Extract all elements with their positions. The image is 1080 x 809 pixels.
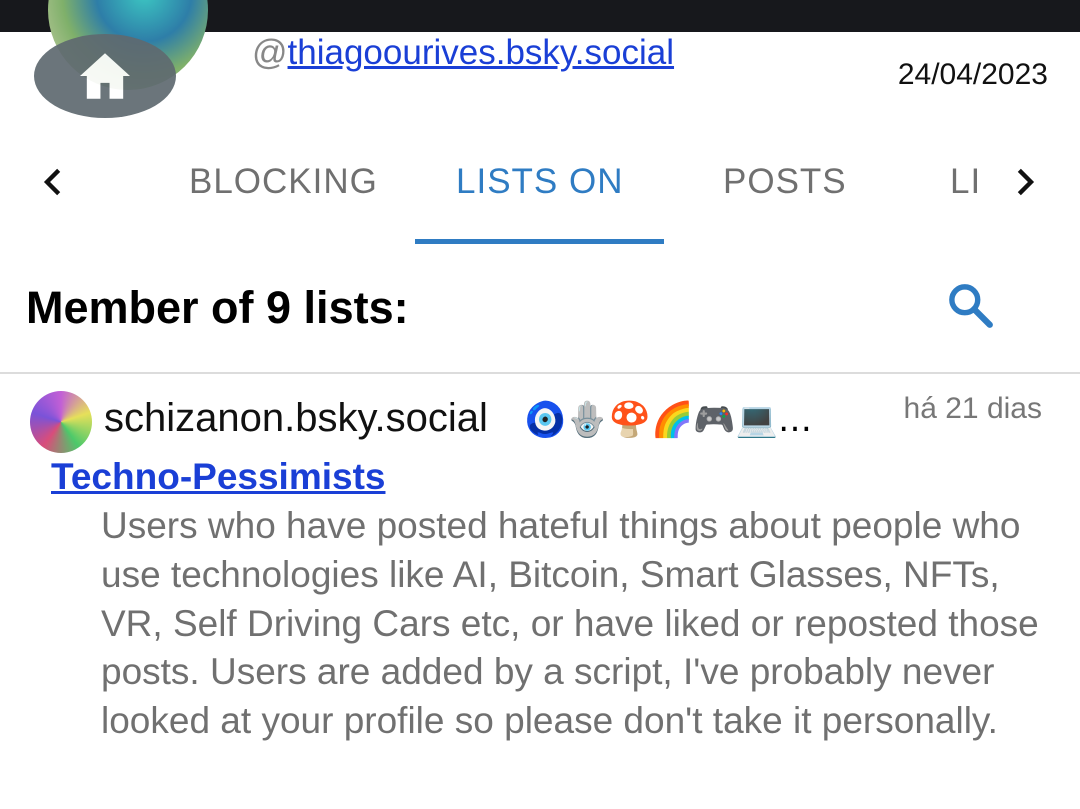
chevron-left-icon (43, 168, 61, 196)
tab-likes[interactable]: LIKES (950, 160, 978, 204)
tab-blocking[interactable]: BLOCKING (189, 160, 378, 204)
tab-scroll-left-button[interactable] (32, 162, 72, 202)
list-owner-emoji: 🧿🪬🍄🌈🎮💻… (524, 400, 813, 440)
profile-date: 24/04/2023 (897, 58, 1048, 91)
tab-bar: BLOCKING LISTS ON POSTS LIKES (0, 140, 1080, 246)
chevron-right-icon (1017, 168, 1035, 196)
search-icon (949, 284, 993, 328)
list-owner-name[interactable]: schizanon.bsky.social (104, 394, 488, 442)
list-time-ago: há 21 dias (903, 392, 1042, 425)
handle-prefix: @ (252, 33, 288, 72)
handle-link[interactable]: thiagoourives.bsky.social (288, 33, 675, 72)
home-icon (80, 53, 130, 99)
tab-scroll-right-button[interactable] (1006, 162, 1046, 202)
active-tab-indicator (415, 239, 664, 244)
profile-handle: @thiagoourives.bsky.social (252, 33, 674, 73)
home-button[interactable] (34, 34, 176, 118)
section-title: Member of 9 lists: (26, 282, 409, 333)
tab-posts[interactable]: POSTS (723, 160, 847, 204)
list-owner-avatar[interactable] (30, 391, 92, 453)
list-title-link[interactable]: Techno-Pessimists (51, 455, 385, 499)
search-button[interactable] (942, 277, 998, 333)
tab-lists-on[interactable]: LISTS ON (456, 160, 623, 204)
divider (0, 372, 1080, 374)
list-description: Users who have posted hateful things abo… (101, 505, 1039, 742)
